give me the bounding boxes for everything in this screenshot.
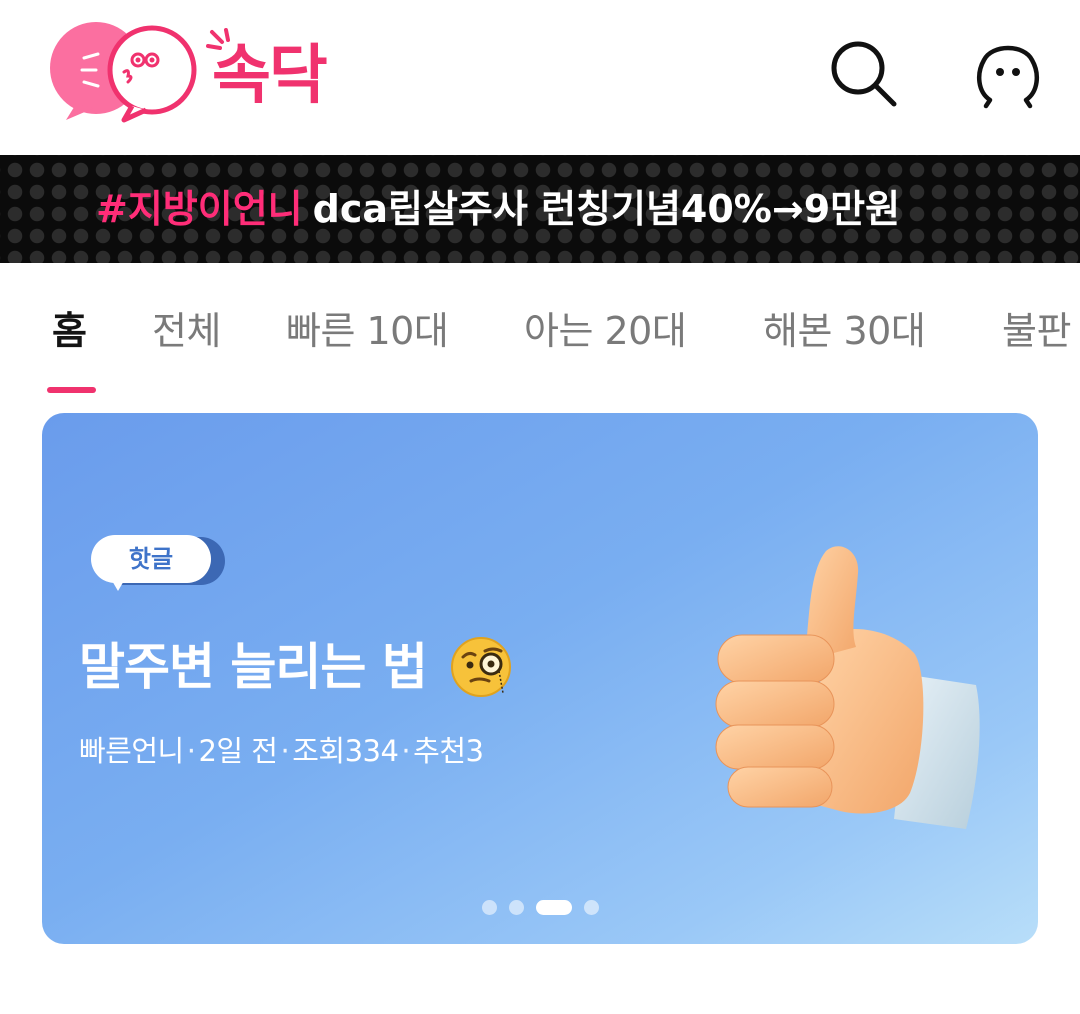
active-tab-indicator <box>47 387 96 393</box>
meta-separator: · <box>186 734 196 768</box>
monocle-face-emoji-icon <box>451 636 512 697</box>
featured-post-card[interactable]: 핫글 말주변 늘리는 법 빠른언니 · 2일 전 · 조회334 · 추천3 <box>42 413 1038 944</box>
tab-all[interactable]: 전체 <box>152 307 221 355</box>
sparkle-icon <box>206 28 230 50</box>
post-title: 말주변 늘리는 법 <box>79 635 513 699</box>
tab-hot-board[interactable]: 불판 <box>1002 307 1071 355</box>
promo-ticker-banner[interactable]: #지방이언니 dca립살주사 런칭기념40%→9만원 <box>0 155 1080 263</box>
tab-thirties[interactable]: 해본 30대 <box>763 307 926 355</box>
speech-bubbles-logo-icon <box>50 22 197 123</box>
tab-twenties[interactable]: 아는 20대 <box>524 307 687 355</box>
carousel-dot[interactable] <box>509 900 524 915</box>
hot-post-badge: 핫글 <box>91 535 225 591</box>
post-title-text: 말주변 늘리는 법 <box>79 638 428 696</box>
badge-label: 핫글 <box>91 535 211 583</box>
post-meta: 빠른언니 · 2일 전 · 조회334 · 추천3 <box>79 731 484 771</box>
post-views: 조회334 <box>292 734 399 768</box>
search-button[interactable] <box>828 38 900 110</box>
ticker-text: #지방이언니 dca립살주사 런칭기념40%→9만원 <box>96 177 972 241</box>
ticker-tag: #지방이언니 <box>96 187 303 231</box>
category-tabs: 홈 전체 빠른 10대 아는 20대 해본 30대 불판 <box>0 263 1080 393</box>
thumbs-up-illustration-icon <box>715 546 980 829</box>
post-recommends: 추천3 <box>413 734 484 768</box>
profile-button[interactable] <box>972 38 1044 110</box>
meta-separator: · <box>401 734 411 768</box>
post-time: 2일 전 <box>198 734 278 768</box>
carousel-dot-active[interactable] <box>536 900 572 915</box>
app-header: 속닥 <box>0 0 1080 155</box>
carousel-dot[interactable] <box>482 900 497 915</box>
sokdak-logo[interactable]: 속닥 <box>46 20 346 124</box>
tab-home[interactable]: 홈 <box>52 307 87 355</box>
badge-tail <box>111 579 125 591</box>
search-icon <box>831 41 897 107</box>
profile-icon <box>976 45 1040 109</box>
post-author: 빠른언니 <box>79 734 184 768</box>
ticker-message: dca립살주사 런칭기념40%→9만원 <box>312 187 901 231</box>
meta-separator: · <box>280 734 290 768</box>
carousel-dot[interactable] <box>584 900 599 915</box>
tab-teens[interactable]: 빠른 10대 <box>286 307 449 355</box>
